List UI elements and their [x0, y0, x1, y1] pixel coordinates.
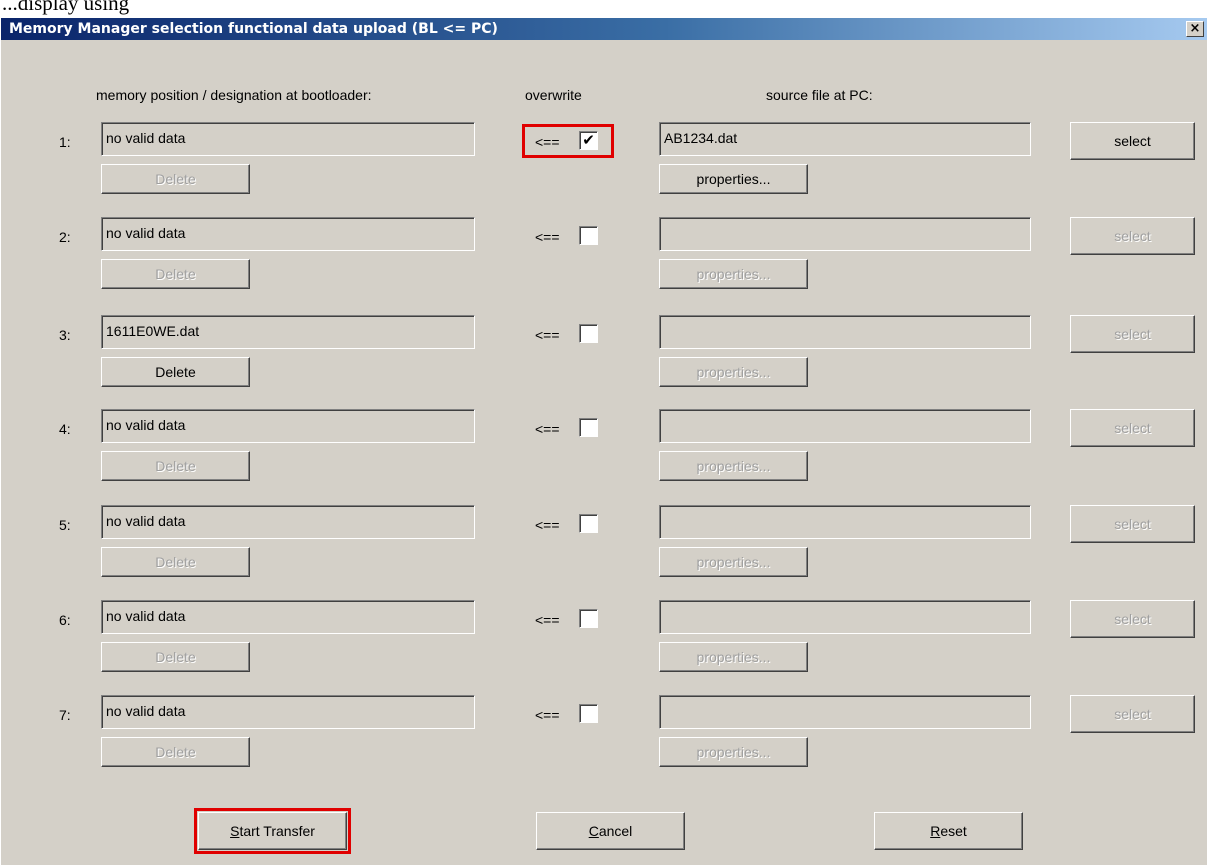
- memory-designation-field: no valid data: [101, 409, 475, 443]
- slot-row-6: 6: no valid data Delete <== properties... sel…: [1, 600, 1207, 672]
- slot-row-4: 4: no valid data Delete <== properties... sel…: [1, 409, 1207, 481]
- source-file-field[interactable]: [659, 695, 1031, 729]
- memory-designation-field: no valid data: [101, 505, 475, 539]
- slot-row-3: 3: 1611E0WE.dat Delete <== properties... sele…: [1, 315, 1207, 387]
- source-file-field[interactable]: [659, 600, 1031, 634]
- overwrite-arrow: <==: [535, 707, 560, 723]
- source-file-field[interactable]: [659, 217, 1031, 251]
- slot-row-1: 1: no valid data Delete <== ✔ AB1234.dat prope…: [1, 122, 1207, 194]
- slot-number: 5:: [59, 517, 71, 533]
- slot-number: 3:: [59, 327, 71, 343]
- overwrite-checkbox[interactable]: [579, 418, 598, 437]
- source-file-field[interactable]: [659, 409, 1031, 443]
- delete-button[interactable]: Delete: [101, 357, 250, 387]
- delete-button: Delete: [101, 547, 250, 577]
- overwrite-highlight: [522, 124, 614, 158]
- overwrite-arrow: <==: [535, 612, 560, 628]
- delete-button: Delete: [101, 259, 250, 289]
- delete-button: Delete: [101, 451, 250, 481]
- memory-designation-field: no valid data: [101, 600, 475, 634]
- slot-row-5: 5: no valid data Delete <== properties... sel…: [1, 505, 1207, 577]
- slot-number: 4:: [59, 421, 71, 437]
- reset-button[interactable]: Reset: [874, 812, 1023, 850]
- delete-button: Delete: [101, 642, 250, 672]
- overwrite-arrow: <==: [535, 327, 560, 343]
- source-column-header: source file at PC:: [766, 87, 873, 103]
- cancel-button[interactable]: Cancel: [536, 812, 685, 850]
- select-button[interactable]: select: [1070, 122, 1195, 160]
- window-title: Memory Manager selection functional data…: [9, 21, 498, 37]
- slot-number: 1:: [59, 134, 71, 150]
- overwrite-checkbox[interactable]: [579, 514, 598, 533]
- properties-button: properties...: [659, 737, 808, 767]
- memory-designation-field: 1611E0WE.dat: [101, 315, 475, 349]
- properties-button: properties...: [659, 357, 808, 387]
- memory-designation-field: no valid data: [101, 217, 475, 251]
- select-button: select: [1070, 600, 1195, 638]
- delete-button: Delete: [101, 737, 250, 767]
- memory-designation-field: no valid data: [101, 122, 475, 156]
- overwrite-checkbox[interactable]: [579, 704, 598, 723]
- select-button: select: [1070, 315, 1195, 353]
- title-bar[interactable]: Memory Manager selection functional data…: [1, 18, 1207, 40]
- overwrite-checkbox[interactable]: [579, 226, 598, 245]
- properties-button[interactable]: properties...: [659, 164, 808, 194]
- memory-designation-field: no valid data: [101, 695, 475, 729]
- memory-manager-dialog: Memory Manager selection functional data…: [0, 18, 1207, 865]
- overwrite-checkbox[interactable]: [579, 324, 598, 343]
- slot-number: 7:: [59, 707, 71, 723]
- slot-row-2: 2: no valid data Delete <== properties... sel…: [1, 217, 1207, 289]
- close-button[interactable]: ×: [1186, 21, 1204, 37]
- start-transfer-highlight: [194, 808, 351, 854]
- select-button: select: [1070, 695, 1195, 733]
- page-top-text: ...display using: [2, 0, 130, 15]
- properties-button: properties...: [659, 547, 808, 577]
- overwrite-column-header: overwrite: [525, 87, 582, 103]
- slot-number: 2:: [59, 229, 71, 245]
- slot-row-7: 7: no valid data Delete <== properties... sel…: [1, 695, 1207, 767]
- properties-button: properties...: [659, 451, 808, 481]
- delete-button: Delete: [101, 164, 250, 194]
- overwrite-arrow: <==: [535, 517, 560, 533]
- properties-button: properties...: [659, 642, 808, 672]
- overwrite-arrow: <==: [535, 229, 560, 245]
- select-button: select: [1070, 409, 1195, 447]
- slot-number: 6:: [59, 612, 71, 628]
- select-button: select: [1070, 217, 1195, 255]
- overwrite-checkbox[interactable]: [579, 609, 598, 628]
- memory-column-header: memory position / designation at bootloa…: [96, 87, 372, 103]
- source-file-field[interactable]: [659, 505, 1031, 539]
- source-file-field[interactable]: AB1234.dat: [659, 122, 1031, 156]
- select-button: select: [1070, 505, 1195, 543]
- overwrite-arrow: <==: [535, 421, 560, 437]
- properties-button: properties...: [659, 259, 808, 289]
- source-file-field[interactable]: [659, 315, 1031, 349]
